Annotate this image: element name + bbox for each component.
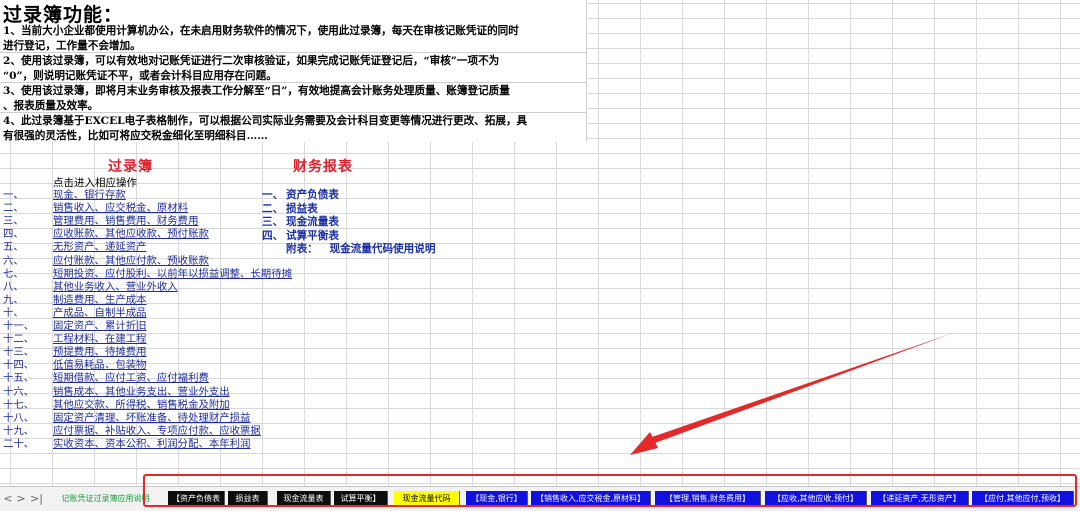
ledger-row-number: 二、 (3, 202, 24, 215)
ledger-row-number: 四、 (3, 228, 24, 241)
first-sheet-icon[interactable]: < (2, 492, 14, 506)
ledger-row-number: 二十、 (3, 437, 35, 450)
ledger-link[interactable]: 低值易耗品、包装物 (53, 359, 147, 372)
report-link[interactable]: 资产负债表 (286, 188, 339, 202)
report-row-number: 二、 (262, 202, 284, 215)
ledger-row-number: 十五、 (3, 372, 35, 385)
ledger-row-number: 六、 (3, 254, 24, 267)
ledger-row-number: 十三、 (3, 346, 35, 359)
report-link[interactable]: 现金流量表 (286, 215, 339, 229)
ledger-link[interactable]: 现金、银行存款 (53, 189, 126, 202)
ledger-link[interactable]: 固定资产清理、坏账准备、待处理财产损益 (53, 412, 250, 425)
last-sheet-icon[interactable]: >| (30, 492, 43, 506)
ledger-row-number: 七、 (3, 267, 24, 280)
ledger-row-number: 十六、 (3, 385, 35, 398)
intro-paragraph-1: 1、当前大小企业都使用计算机办公，在未启用财务软件的情况下，使用此过录簿，每天在… (3, 25, 519, 52)
ledger-link[interactable]: 工程材料、在建工程 (53, 333, 147, 346)
ledger-hint: 点击进入相应操作 (53, 177, 137, 189)
ledger-link[interactable]: 实收资本、资本公积、利润分配、本年利润 (53, 438, 250, 451)
ledger-link[interactable]: 管理费用、销售费用、财务费用 (53, 215, 198, 228)
report-row-number: 四、 (262, 229, 284, 242)
ledger-row-number: 十二、 (3, 333, 35, 346)
ledger-link[interactable]: 应收账款、其他应收款、预付账款 (53, 228, 209, 241)
ledger-link[interactable]: 预提费用、待摊费用 (53, 346, 147, 359)
intro-paragraph-4: 4、此过录簿基于EXCEL电子表格制作，可以根据公司实际业务需要及会计科目变更等… (3, 115, 528, 142)
ledger-link[interactable]: 制造费用、生产成本 (53, 294, 147, 307)
ledger-link[interactable]: 其他业务收入、营业外收入 (53, 281, 178, 294)
ledger-row-number: 十一、 (3, 320, 35, 332)
ledger-link[interactable]: 应付账款、其他应付款、预收账款 (53, 255, 209, 268)
paragraph-divider (0, 112, 586, 113)
intro-title: 过录簿功能： (3, 4, 124, 26)
ledger-row-number: 三、 (3, 215, 24, 228)
ledger-link[interactable]: 应付票据、补贴收入、专项应付款、应收票据 (53, 425, 261, 438)
intro-paragraph-3: 3、使用该过录簿，即将月末业务审核及报表工作分解至“日”，有效地提高会计账务处理… (3, 85, 510, 112)
ledger-heading: 过录簿 (108, 159, 153, 175)
ledger-row-number: 五、 (3, 241, 24, 254)
ledger-link[interactable]: 短期借款、应付工资、应付福利费 (53, 372, 209, 385)
report-link[interactable]: 损益表 (286, 202, 318, 216)
ledger-link[interactable]: 销售收入、应交税金、原材料 (53, 202, 188, 215)
paragraph-divider (0, 82, 586, 83)
ledger-row-number: 一、 (3, 189, 24, 201)
ledger-link[interactable]: 短期投资、应付股利、以前年以损益调整、长期待摊 (53, 268, 292, 281)
intro-panel: 过录簿功能： 1、当前大小企业都使用计算机办公，在未启用财务软件的情况下，使用此… (0, 0, 587, 142)
appendix-label: 附表： (286, 243, 318, 255)
intro-paragraph-2: 2、使用该过录簿，可以有效地对记账凭证进行二次审核验证，如果完成记账凭证登记后，… (3, 55, 500, 82)
ledger-link[interactable]: 销售成本、其他业务支出、营业外支出 (53, 386, 230, 399)
report-row-number: 三、 (262, 216, 284, 228)
ledger-row-number: 十七、 (3, 398, 35, 411)
annotation-highlight-box (143, 474, 1077, 507)
ledger-row-number: 十九、 (3, 424, 35, 437)
next-sheet-icon[interactable]: > (15, 492, 27, 506)
appendix-row: 附表： 现金流量代码使用说明 (286, 241, 435, 256)
ledger-row-number: 十、 (3, 306, 24, 319)
ledger-row-number: 九、 (3, 293, 24, 306)
ledger-link[interactable]: 其他应交款、所得税、销售税金及附加 (53, 399, 230, 412)
ledger-link[interactable]: 无形资产、递延资产 (53, 241, 147, 254)
paragraph-divider (0, 52, 586, 53)
ledger-link[interactable]: 固定资产、累计折旧 (53, 320, 147, 333)
ledger-link[interactable]: 产成品、自制半成品 (53, 307, 147, 320)
ledger-row-number: 八、 (3, 280, 24, 293)
sheet-tab[interactable]: 记账凭证过录簿应用说明 (58, 491, 153, 506)
reports-heading: 财务报表 (293, 159, 353, 175)
cashflow-code-guide-link[interactable]: 现金流量代码使用说明 (329, 243, 435, 255)
report-row-number: 一、 (262, 189, 284, 201)
ledger-row-number: 十八、 (3, 411, 35, 424)
ledger-row-number: 十四、 (3, 359, 35, 372)
